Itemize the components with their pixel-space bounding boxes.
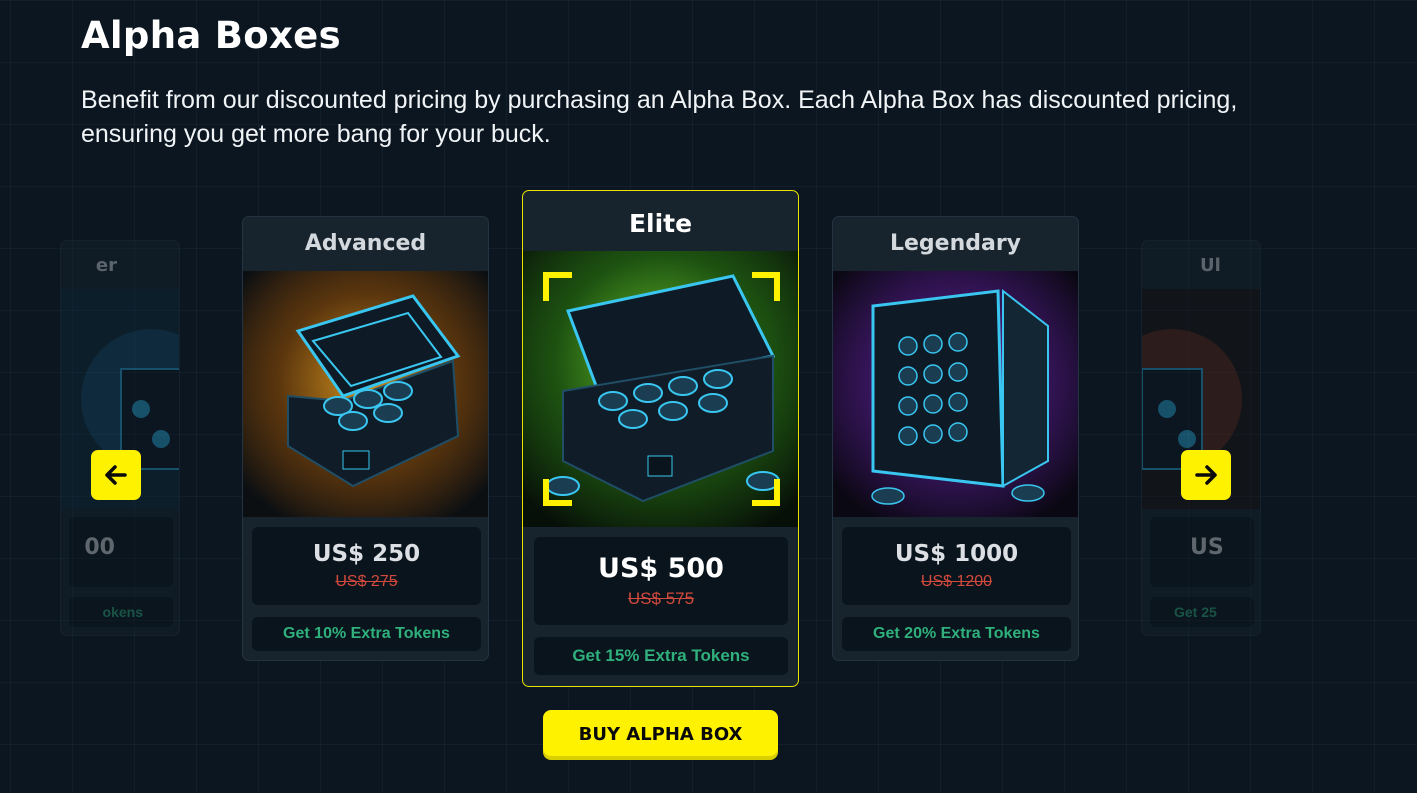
box-card-elite[interactable]: Elite US$ 500 US$ 575 Get 15% Extra Toke… (522, 190, 799, 687)
box-name: Ul (1200, 255, 1221, 276)
box-card-left-partial[interactable]: er 00 okens (60, 240, 180, 636)
price-box: US$ 250 US$ 275 (252, 527, 481, 605)
bonus-badge: Get 20% Extra Tokens (842, 617, 1071, 651)
box-card-legendary[interactable]: Legendary US$ 1000 US$ 1200 Get 20% Extr… (832, 216, 1079, 661)
bonus-badge: Get 25 (1150, 597, 1254, 627)
price-current: 00 (84, 535, 115, 560)
box-card-right-partial[interactable]: Ul US Get 25 (1141, 240, 1261, 636)
price-original: US$ 1200 (920, 573, 993, 590)
box-image (243, 271, 488, 517)
box-image (523, 251, 798, 527)
price-current: US (1190, 535, 1224, 560)
bonus-badge: Get 10% Extra Tokens (252, 617, 481, 651)
price-current: US$ 1000 (894, 541, 1019, 567)
box-name: Advanced (304, 231, 427, 256)
price-box: US$ 1000 US$ 1200 (842, 527, 1071, 605)
price-current: US$ 500 (598, 553, 724, 584)
arrow-left-icon (105, 465, 127, 485)
box-name: er (95, 255, 117, 276)
arrow-right-icon (1195, 465, 1217, 485)
box-image (833, 271, 1078, 517)
page-title: Alpha Boxes (81, 14, 341, 57)
buy-alpha-box-button[interactable]: BUY ALPHA BOX (543, 710, 778, 760)
bonus-badge: Get 15% Extra Tokens (534, 637, 788, 675)
carousel-next-button[interactable] (1181, 450, 1231, 500)
price-box: US (1150, 517, 1254, 587)
carousel-prev-button[interactable] (91, 450, 141, 500)
section-description: Benefit from our discounted pricing by p… (81, 86, 1238, 148)
price-box: 00 (69, 517, 173, 587)
box-name: Legendary (889, 231, 1022, 256)
box-name: Elite (628, 209, 693, 238)
price-original: US$ 575 (627, 589, 695, 608)
box-card-advanced[interactable]: Advanced US$ 250 US$ 275 Get 10% Extra T… (242, 216, 489, 661)
price-original: US$ 275 (335, 573, 398, 590)
bonus-badge: okens (69, 597, 173, 627)
price-current: US$ 250 (312, 541, 421, 567)
price-box: US$ 500 US$ 575 (534, 537, 788, 625)
